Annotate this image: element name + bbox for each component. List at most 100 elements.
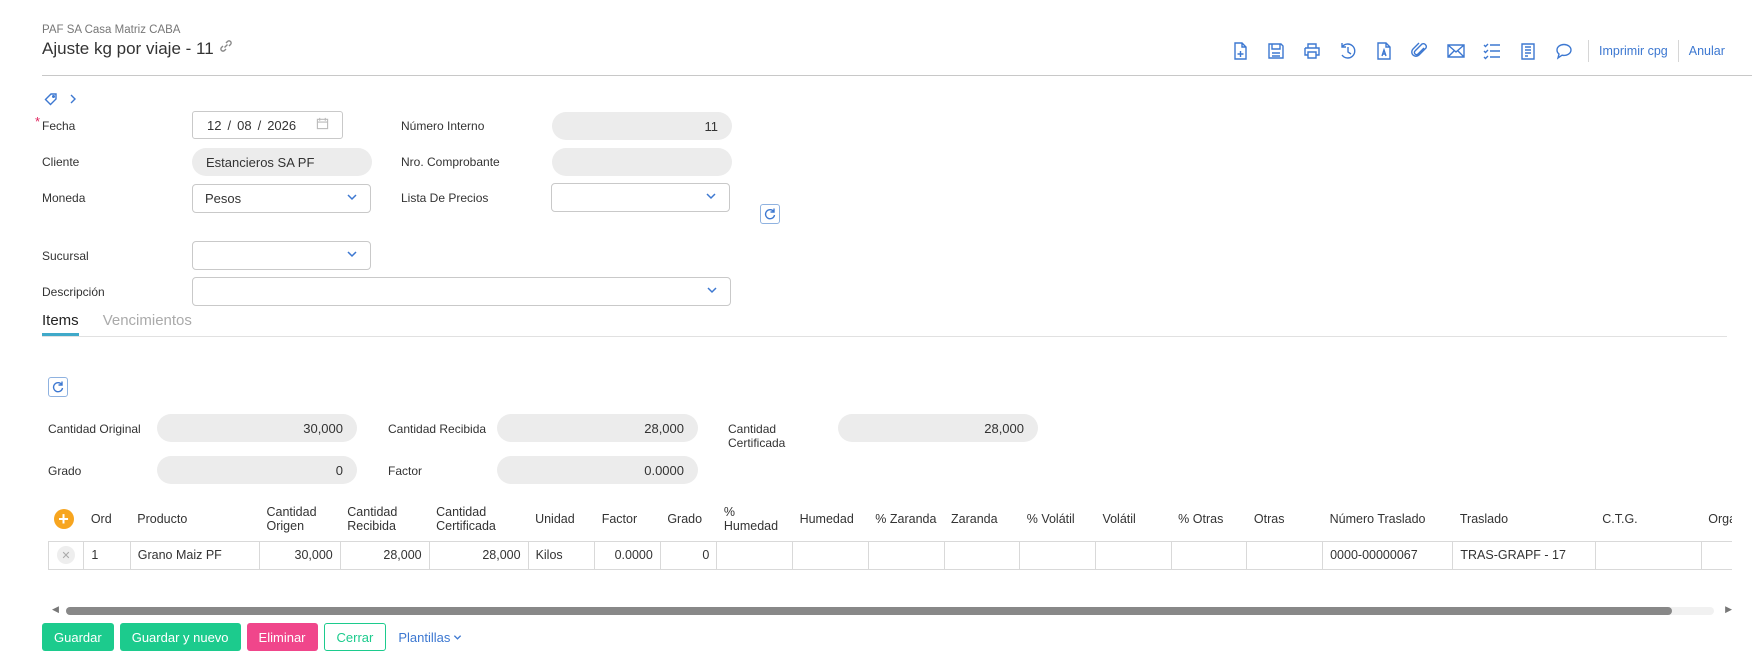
sucursal-select[interactable] <box>192 241 371 270</box>
column-header: % Otras <box>1178 511 1224 526</box>
cliente-label: Cliente <box>42 155 80 169</box>
descripcion-label: Descripción <box>42 285 105 299</box>
column-header: Factor <box>601 511 638 526</box>
table-header-row: + Ord Producto Cantidad Origen Cantidad … <box>49 497 1732 541</box>
scroll-left-arrow-icon[interactable]: ◀ <box>52 604 59 615</box>
cell-unidad[interactable]: Kilos <box>527 540 596 570</box>
chevron-down-icon <box>346 191 358 206</box>
grado-field[interactable]: 0 <box>157 456 357 484</box>
column-header: Humedad <box>799 511 854 526</box>
moneda-select[interactable]: Pesos <box>192 184 371 213</box>
moneda-value: Pesos <box>205 191 242 206</box>
calendar-icon[interactable] <box>316 117 329 133</box>
plantillas-dropdown[interactable]: Plantillas <box>392 623 468 651</box>
pdf-icon[interactable] <box>1366 38 1402 64</box>
cerrar-button[interactable]: Cerrar <box>323 623 387 651</box>
cell-numero-traslado[interactable]: 0000-00000067 <box>1322 540 1454 570</box>
header-divider <box>42 75 1752 76</box>
numero-interno-field[interactable]: 11 <box>552 112 732 140</box>
refresh-items-icon[interactable] <box>48 377 68 397</box>
history-icon[interactable] <box>1330 38 1366 64</box>
report-icon[interactable] <box>1510 38 1546 64</box>
cell-volatil[interactable] <box>1094 540 1172 570</box>
guardar-button[interactable]: Guardar <box>42 623 114 651</box>
tab-items[interactable]: Items <box>42 312 79 336</box>
cell-traslado[interactable]: TRAS-GRAPF - 17 <box>1452 540 1596 570</box>
imprimir-cpg-link[interactable]: Imprimir cpg <box>1595 44 1672 58</box>
toolbar: Imprimir cpg Anular <box>1222 38 1729 64</box>
cliente-field[interactable]: Estancieros SA PF <box>192 148 372 176</box>
column-header: Producto <box>137 511 188 526</box>
column-header: % Humedad <box>723 504 779 533</box>
delete-row-icon[interactable]: ✕ <box>57 546 75 564</box>
add-row-button[interactable]: + <box>53 508 74 529</box>
page-title-text: Ajuste kg por viaje - 11 <box>42 38 214 58</box>
fecha-date-input[interactable]: 12/ 08/ 2026 <box>192 111 343 139</box>
refresh-prices-icon[interactable] <box>760 204 780 224</box>
plantillas-label: Plantillas <box>398 629 451 645</box>
column-header: Cantidad Origen <box>266 504 317 533</box>
column-header: Número Traslado <box>1329 511 1426 526</box>
fecha-day: 12 <box>207 117 222 133</box>
column-header: Cantidad Recibida <box>347 504 398 533</box>
cell-humedad[interactable] <box>792 540 869 570</box>
new-doc-icon[interactable] <box>1222 38 1258 64</box>
fecha-month: 08 <box>237 117 252 133</box>
scroll-thumb[interactable] <box>66 607 1672 615</box>
nro-comprobante-field[interactable] <box>552 148 732 176</box>
footer-actions: Guardar Guardar y nuevo Eliminar Cerrar … <box>42 623 468 651</box>
cantidad-recibida-label: Cantidad Recibida <box>388 422 487 436</box>
cantidad-original-label: Cantidad Original <box>48 422 141 436</box>
save-icon[interactable] <box>1258 38 1294 64</box>
cantidad-original-field[interactable]: 30,000 <box>157 414 357 442</box>
chevron-down-icon <box>706 284 718 299</box>
scroll-right-arrow-icon[interactable]: ▶ <box>1725 604 1732 615</box>
tabs: Items Vencimientos <box>42 312 192 336</box>
cell-cantidad-certificada[interactable]: 28,000 <box>428 540 529 570</box>
column-header: Otras <box>1253 511 1285 526</box>
cell-pct-zaranda[interactable] <box>867 540 945 570</box>
cell-producto[interactable]: Grano Maiz PF <box>129 540 261 570</box>
cell-grado[interactable]: 0 <box>659 540 718 570</box>
checklist-icon[interactable] <box>1474 38 1510 64</box>
column-header: Cantidad Certificada <box>436 504 496 533</box>
required-marker: * <box>35 114 41 129</box>
cell-otras[interactable] <box>1246 540 1324 570</box>
attach-icon[interactable] <box>1402 38 1438 64</box>
cell-zaranda[interactable] <box>943 540 1021 570</box>
grado-label: Grado <box>48 464 82 478</box>
numero-interno-label: Número Interno <box>401 119 485 133</box>
factor-label: Factor <box>388 464 423 478</box>
cell-cantidad-recibida[interactable]: 28,000 <box>339 540 430 570</box>
lista-precios-select[interactable] <box>551 183 730 212</box>
eliminar-button[interactable]: Eliminar <box>246 623 318 651</box>
cantidad-certificada-field[interactable]: 28,000 <box>838 414 1038 442</box>
column-header: % Zaranda <box>875 511 937 526</box>
cell-pct-volatil[interactable] <box>1019 540 1096 570</box>
factor-field[interactable]: 0.0000 <box>497 456 698 484</box>
tab-vencimientos[interactable]: Vencimientos <box>103 312 192 336</box>
tag-icon[interactable] <box>44 92 58 109</box>
cell-organiz[interactable] <box>1700 540 1732 570</box>
comment-icon[interactable] <box>1546 38 1582 64</box>
cell-factor[interactable]: 0.0000 <box>594 540 661 570</box>
nro-comprobante-label: Nro. Comprobante <box>401 155 500 169</box>
cell-ctg[interactable] <box>1594 540 1702 570</box>
cell-pct-otras[interactable] <box>1170 540 1248 570</box>
cell-ord[interactable]: 1 <box>83 540 131 570</box>
anular-link[interactable]: Anular <box>1685 44 1729 58</box>
link-icon[interactable] <box>218 38 234 59</box>
page-title: Ajuste kg por viaje - 11 <box>42 38 234 59</box>
guardar-y-nuevo-button[interactable]: Guardar y nuevo <box>119 623 241 651</box>
chevron-down-icon <box>454 634 462 640</box>
cell-cantidad-origen[interactable]: 30,000 <box>259 540 341 570</box>
toolbar-separator <box>1677 40 1679 62</box>
descripcion-select[interactable] <box>192 277 731 306</box>
email-icon[interactable] <box>1438 38 1474 64</box>
cantidad-recibida-field[interactable]: 28,000 <box>497 414 698 442</box>
chevron-down-icon <box>346 248 358 263</box>
cell-pct-humedad[interactable] <box>716 540 794 570</box>
print-icon[interactable] <box>1294 38 1330 64</box>
chevron-right-icon[interactable] <box>66 92 80 109</box>
horizontal-scrollbar[interactable]: ◀ ▶ <box>48 604 1732 618</box>
